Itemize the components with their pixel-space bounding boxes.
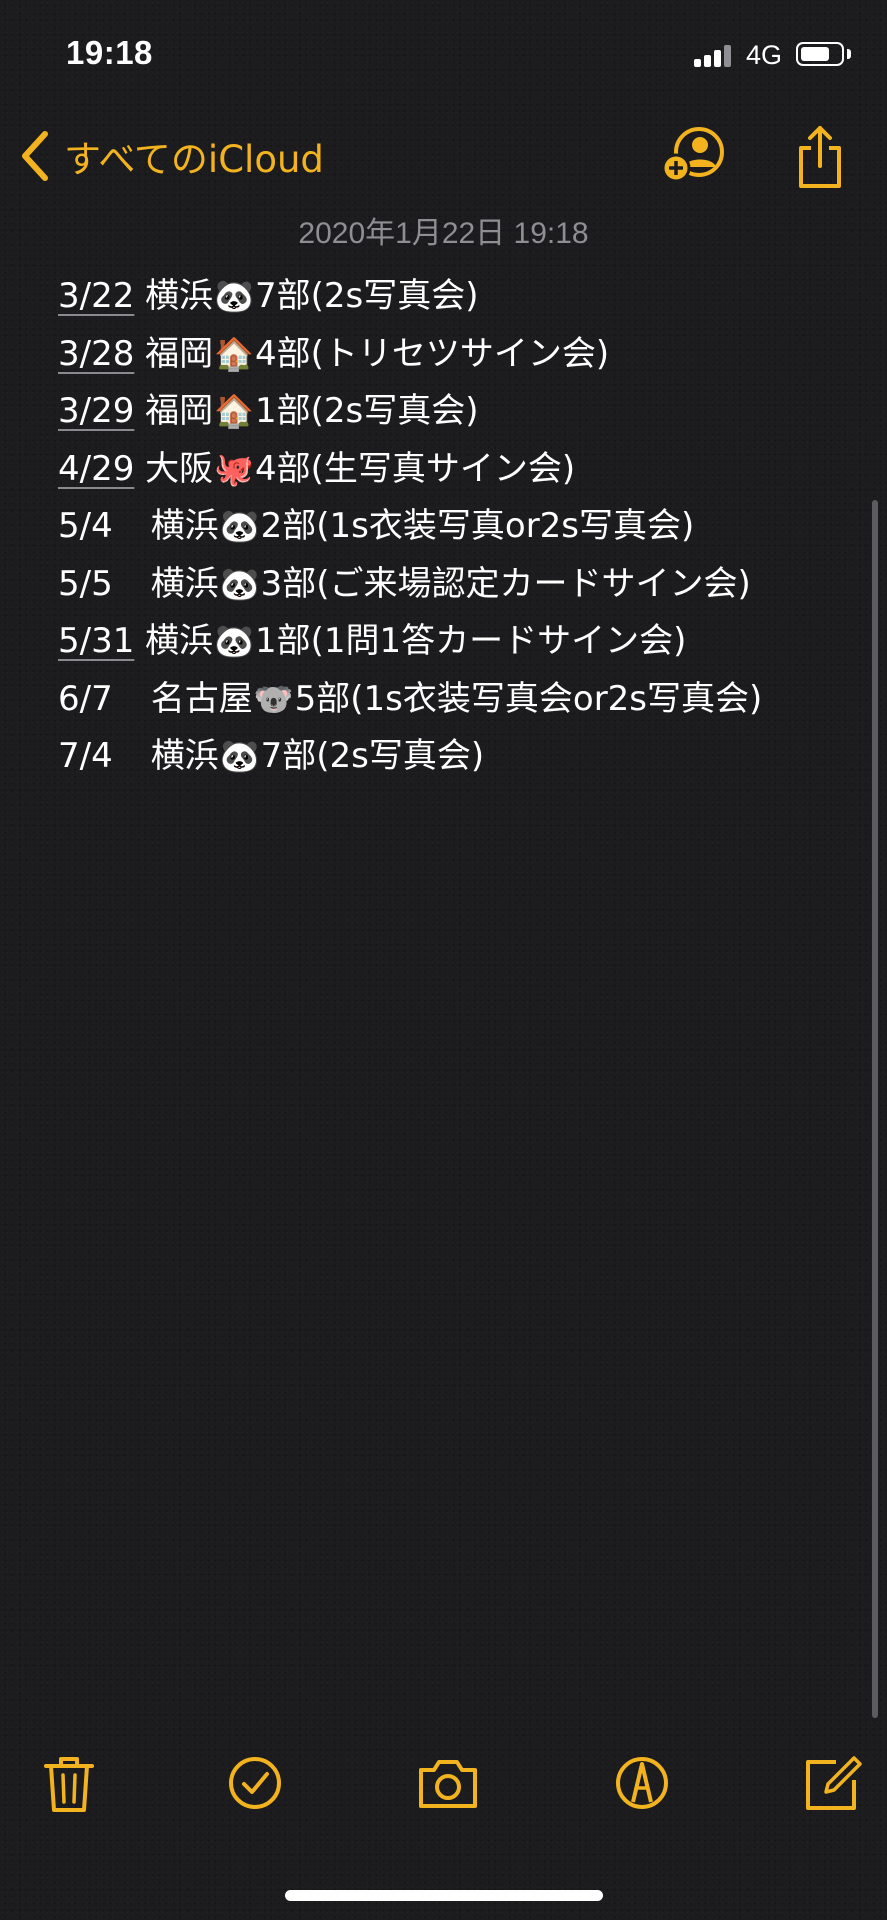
house-emoji: 🏠 [214, 392, 255, 430]
battery-icon [796, 42, 844, 66]
markup-button[interactable] [609, 1750, 675, 1816]
bottom-toolbar [0, 1750, 887, 1830]
venue-text: 横浜 [140, 736, 219, 776]
venue-text: 横浜 [134, 621, 214, 661]
octopus-emoji: 🐙 [214, 449, 255, 488]
note-line: 5/4 横浜🐼2部(1s衣装写真or2s写真会) [58, 498, 858, 556]
network-type: 4G [746, 40, 783, 70]
note-timestamp: 2020年1月22日 19:18 [298, 217, 589, 250]
venue-text: 福岡 [134, 391, 214, 431]
date-text: 6/7 [58, 678, 113, 719]
date-link[interactable]: 3/28 [58, 326, 134, 384]
note-body[interactable]: 3/22 横浜🐼7部(2s写真会) 3/28 福岡🏠4部(トリセツサイン会) 3… [58, 268, 858, 786]
venue-text: 横浜 [140, 563, 219, 604]
session-text: 7部(2s写真会) [260, 736, 485, 776]
note-line: 3/22 横浜🐼7部(2s写真会) [58, 268, 858, 326]
panda-emoji: 🐼 [219, 507, 260, 545]
date-text: 7/4 [58, 736, 113, 776]
compose-button[interactable] [800, 1750, 866, 1816]
note-line: 4/29 大阪🐙4部(生写真サイン会) [58, 441, 858, 499]
venue-text: 名古屋 [140, 678, 253, 719]
session-text: 4部(生写真サイン会) [255, 448, 576, 489]
date-link[interactable]: 3/29 [58, 383, 134, 441]
date-link[interactable]: 5/31 [58, 613, 134, 671]
venue-text: 横浜 [134, 276, 214, 316]
markup-icon [616, 1757, 668, 1809]
note-line: 7/4 横浜🐼7部(2s写真会) [58, 728, 858, 786]
panda-emoji: 🐼 [214, 622, 255, 660]
panda-emoji: 🐼 [214, 277, 255, 315]
house-emoji: 🏠 [214, 334, 255, 373]
koala-emoji: 🐨 [253, 679, 294, 718]
checklist-button[interactable] [222, 1750, 288, 1816]
date-text: 5/5 [58, 563, 113, 604]
date-link[interactable]: 4/29 [58, 441, 134, 499]
status-bar: 19:18 4G [0, 0, 887, 110]
add-people-button[interactable] [660, 124, 732, 188]
session-text: 2部(1s衣装写真or2s写真会) [260, 506, 695, 546]
checklist-icon [229, 1757, 281, 1809]
session-text: 4部(トリセツサイン会) [255, 333, 610, 374]
camera-button[interactable] [415, 1750, 481, 1816]
camera-icon [419, 1760, 477, 1808]
session-text: 3部(ご来場認定カードサイン会) [260, 563, 751, 604]
note-line: 5/31 横浜🐼1部(1問1答カードサイン会) [58, 613, 858, 671]
battery-cap [847, 49, 851, 59]
session-text: 1部(2s写真会) [255, 391, 479, 431]
session-text: 7部(2s写真会) [255, 276, 479, 316]
venue-text: 福岡 [134, 333, 214, 374]
compose-icon [806, 1756, 862, 1810]
session-text: 1部(1問1答カードサイン会) [255, 621, 687, 661]
home-indicator[interactable] [285, 1890, 603, 1901]
chevron-left-icon [22, 131, 48, 181]
status-time: 19:18 [66, 34, 153, 71]
back-label: すべてのiCloud [64, 138, 324, 181]
share-button[interactable] [795, 124, 845, 190]
cellular-signal-icon [694, 43, 736, 67]
note-line: 3/28 福岡🏠4部(トリセツサイン会) [58, 326, 858, 384]
note-line: 6/7 名古屋🐨5部(1s衣装写真会or2s写真会) [58, 671, 858, 729]
note-line: 5/5 横浜🐼3部(ご来場認定カードサイン会) [58, 556, 858, 614]
panda-emoji: 🐼 [219, 564, 260, 603]
add-person-icon [661, 127, 724, 183]
panda-emoji: 🐼 [219, 737, 260, 775]
back-button[interactable]: すべてのiCloud [18, 128, 324, 184]
venue-text: 大阪 [134, 448, 214, 489]
venue-text: 横浜 [140, 506, 219, 546]
scrollbar[interactable] [872, 500, 878, 1718]
date-text: 5/4 [58, 506, 113, 546]
date-link[interactable]: 3/22 [58, 268, 134, 326]
session-text: 5部(1s衣装写真会or2s写真会) [294, 678, 763, 719]
delete-button[interactable] [36, 1750, 102, 1816]
note-line: 3/29 福岡🏠1部(2s写真会) [58, 383, 858, 441]
trash-icon [44, 1757, 94, 1812]
share-icon [799, 126, 841, 188]
